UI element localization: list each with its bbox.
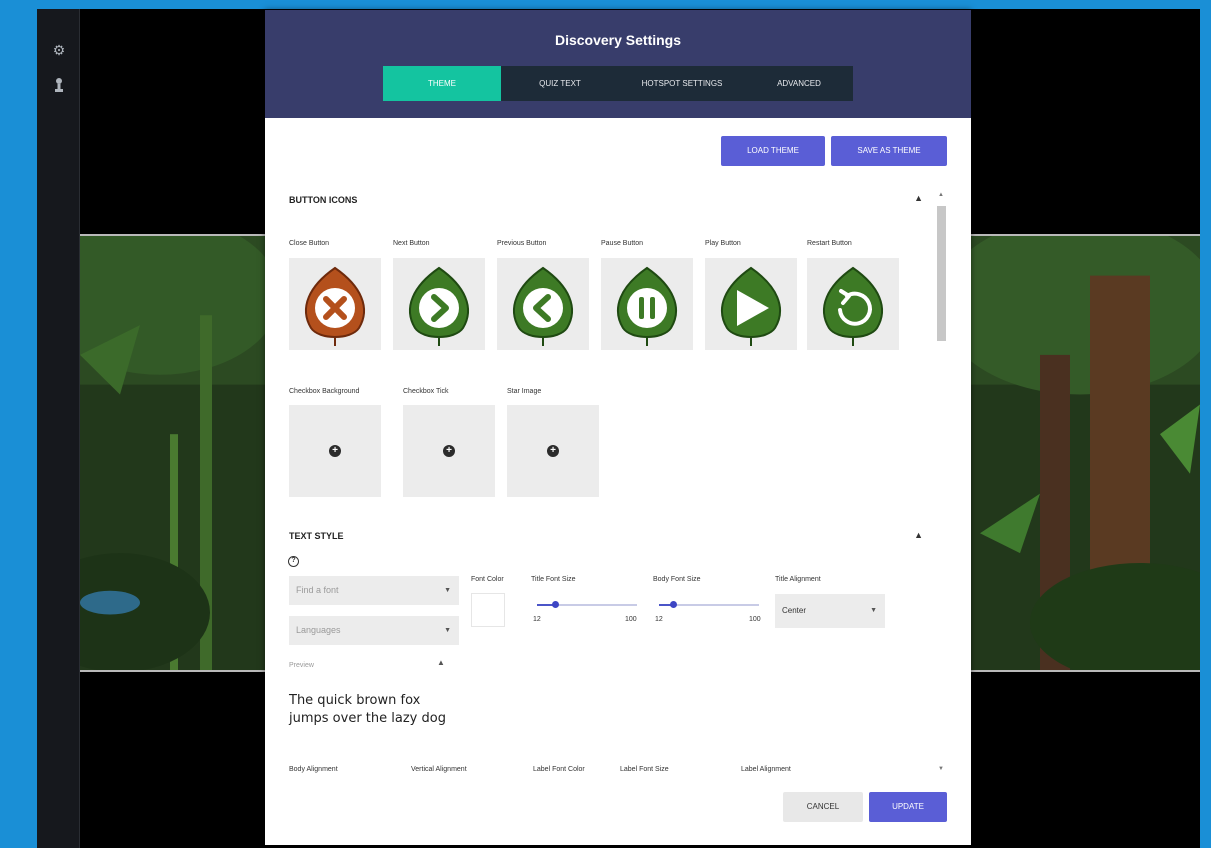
- dialog-title: Discovery Settings: [554, 32, 682, 48]
- preview-text-line: The quick brown fox: [289, 693, 421, 708]
- play-leaf-icon: [721, 266, 781, 346]
- update-button[interactable]: UPDATE: [869, 792, 947, 822]
- tab-hotspot-settings[interactable]: HOTSPOT SETTINGS: [619, 66, 745, 101]
- tab-quiz-text[interactable]: QUIZ TEXT: [501, 66, 619, 101]
- font-color-swatch[interactable]: [471, 593, 505, 627]
- body-font-size-label: Body Font Size: [653, 576, 701, 583]
- preview-text-line: jumps over the lazy dog: [289, 711, 446, 726]
- label-font-color-label: Label Font Color: [533, 766, 585, 773]
- preview-label: Preview: [289, 662, 314, 669]
- help-icon[interactable]: ?: [288, 556, 299, 567]
- font-select-placeholder: Find a font: [296, 585, 339, 595]
- languages-select[interactable]: Languages ▼: [289, 616, 459, 645]
- checkbox-background-upload[interactable]: +: [289, 405, 381, 497]
- title-alignment-label: Title Alignment: [775, 576, 821, 583]
- body-font-size-min: 12: [655, 616, 663, 623]
- save-as-theme-button[interactable]: SAVE AS THEME: [831, 136, 947, 166]
- font-color-label: Font Color: [471, 576, 504, 583]
- next-leaf-icon: [409, 266, 469, 346]
- tab-advanced[interactable]: ADVANCED: [745, 66, 853, 101]
- body-font-size-max: 100: [749, 616, 761, 623]
- dropdown-arrow-icon: ▼: [444, 587, 451, 594]
- chevron-up-icon[interactable]: ▲: [914, 193, 923, 203]
- checkbox-background-label: Checkbox Background: [289, 388, 360, 395]
- next-button-label: Next Button: [393, 240, 430, 247]
- person-icon[interactable]: [50, 77, 68, 95]
- button-icons-heading: BUTTON ICONS: [289, 195, 358, 205]
- title-font-size-min: 12: [533, 616, 541, 623]
- pause-button-label: Pause Button: [601, 240, 644, 247]
- add-icon: +: [547, 445, 559, 457]
- next-button-tile[interactable]: [393, 258, 485, 350]
- add-icon: +: [443, 445, 455, 457]
- preview-text: The quick brown fox jumps over the lazy …: [289, 692, 446, 728]
- body-font-size-thumb[interactable]: [670, 601, 677, 608]
- previous-leaf-icon: [513, 266, 573, 346]
- play-button-tile[interactable]: [705, 258, 797, 350]
- restart-button-label: Restart Button: [807, 240, 852, 247]
- tab-theme[interactable]: THEME: [383, 66, 501, 101]
- close-leaf-icon: [305, 266, 365, 346]
- text-style-heading: TEXT STYLE: [289, 531, 344, 541]
- checkbox-tick-label: Checkbox Tick: [403, 388, 449, 395]
- gear-icon[interactable]: ⚙: [50, 41, 68, 59]
- settings-scrollbar[interactable]: ▲ ▼: [934, 192, 948, 772]
- play-button-label: Play Button: [705, 240, 741, 247]
- title-font-size-label: Title Font Size: [531, 576, 576, 583]
- close-button-label: Close Button: [289, 240, 330, 247]
- restart-leaf-icon: [823, 266, 883, 346]
- pause-leaf-icon: [617, 266, 677, 346]
- chevron-up-icon[interactable]: ▲: [437, 658, 445, 667]
- title-font-size-max: 100: [625, 616, 637, 623]
- discovery-settings-dialog: Discovery Settings THEME QUIZ TEXT HOTSP…: [265, 10, 971, 845]
- label-font-size-label: Label Font Size: [620, 766, 669, 773]
- checkbox-tick-upload[interactable]: +: [403, 405, 495, 497]
- settings-tabs: THEME QUIZ TEXT HOTSPOT SETTINGS ADVANCE…: [383, 66, 853, 101]
- title-alignment-select[interactable]: Center ▼: [775, 594, 885, 628]
- side-rail: ⚙: [37, 9, 80, 848]
- previous-button-tile[interactable]: [497, 258, 589, 350]
- star-image-upload[interactable]: +: [507, 405, 599, 497]
- cancel-button[interactable]: CANCEL: [783, 792, 863, 822]
- vertical-alignment-label: Vertical Alignment: [411, 766, 467, 773]
- scroll-up-icon[interactable]: ▲: [938, 192, 944, 198]
- font-select[interactable]: Find a font ▼: [289, 576, 459, 605]
- title-font-size-thumb[interactable]: [552, 601, 559, 608]
- chevron-up-icon[interactable]: ▲: [914, 530, 923, 540]
- scroll-down-icon[interactable]: ▼: [938, 766, 944, 772]
- dropdown-arrow-icon: ▼: [870, 607, 877, 614]
- restart-button-tile[interactable]: [807, 258, 899, 350]
- title-alignment-value: Center: [782, 606, 807, 615]
- label-alignment-label: Label Alignment: [741, 766, 791, 773]
- star-image-label: Star Image: [507, 388, 542, 395]
- pause-button-tile[interactable]: [601, 258, 693, 350]
- dialog-header: Discovery Settings THEME QUIZ TEXT HOTSP…: [265, 10, 971, 118]
- dropdown-arrow-icon: ▼: [444, 627, 451, 634]
- previous-button-label: Previous Button: [497, 240, 547, 247]
- load-theme-button[interactable]: LOAD THEME: [721, 136, 825, 166]
- scrollbar-thumb[interactable]: [937, 206, 946, 341]
- languages-select-placeholder: Languages: [296, 625, 341, 635]
- add-icon: +: [329, 445, 341, 457]
- body-alignment-label: Body Alignment: [289, 766, 338, 773]
- close-button-tile[interactable]: [289, 258, 381, 350]
